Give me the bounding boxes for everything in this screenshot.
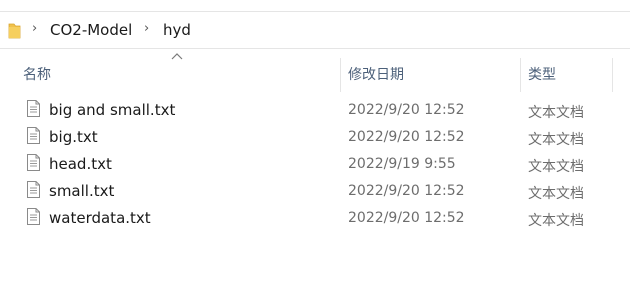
file-name: small.txt [49,182,115,200]
file-type: 文本文档 [528,105,584,121]
file-type: 文本文档 [528,213,584,229]
text-file-icon [27,127,40,144]
file-date-modified: 2022/9/20 12:52 [348,129,465,145]
text-file-icon [27,154,40,171]
text-file-icon [27,208,40,225]
column-header-type[interactable]: 类型 [528,64,556,86]
text-file-icon [27,100,40,117]
breadcrumb-separator-icon[interactable]: › [144,21,149,36]
file-explorer-window: › CO2-Model › hyd 名称 修改日期 类型 big and sma… [0,0,630,282]
file-name: big and small.txt [49,101,176,119]
file-type: 文本文档 [528,132,584,148]
breadcrumb-hyd[interactable]: hyd [163,21,191,39]
file-row[interactable]: small.txt 2022/9/20 12:52 文本文档 [0,179,630,206]
file-row[interactable]: waterdata.txt 2022/9/20 12:52 文本文档 [0,206,630,233]
column-divider[interactable] [612,58,613,92]
file-type: 文本文档 [528,159,584,175]
file-date-modified: 2022/9/19 9:55 [348,156,456,172]
file-row[interactable]: big.txt 2022/9/20 12:52 文本文档 [0,125,630,152]
text-file-icon [27,181,40,198]
file-row[interactable]: head.txt 2022/9/19 9:55 文本文档 [0,152,630,179]
column-divider[interactable] [520,58,521,92]
file-list: big and small.txt 2022/9/20 12:52 文本文档 b… [0,98,630,233]
column-header-name[interactable]: 名称 [23,64,51,86]
folder-icon [8,23,21,39]
breadcrumb-separator-icon[interactable]: › [32,21,37,36]
file-date-modified: 2022/9/20 12:52 [348,102,465,118]
file-type: 文本文档 [528,186,584,202]
file-date-modified: 2022/9/20 12:52 [348,183,465,199]
sort-ascending-icon [171,53,183,60]
column-divider[interactable] [340,58,341,92]
file-name: big.txt [49,128,98,146]
file-row[interactable]: big and small.txt 2022/9/20 12:52 文本文档 [0,98,630,125]
breadcrumb-co2-model[interactable]: CO2-Model [50,21,132,39]
column-header-date-modified[interactable]: 修改日期 [348,64,404,86]
file-name: head.txt [49,155,112,173]
file-name: waterdata.txt [49,209,151,227]
file-date-modified: 2022/9/20 12:52 [348,210,465,226]
address-bar[interactable]: › CO2-Model › hyd [0,11,630,49]
